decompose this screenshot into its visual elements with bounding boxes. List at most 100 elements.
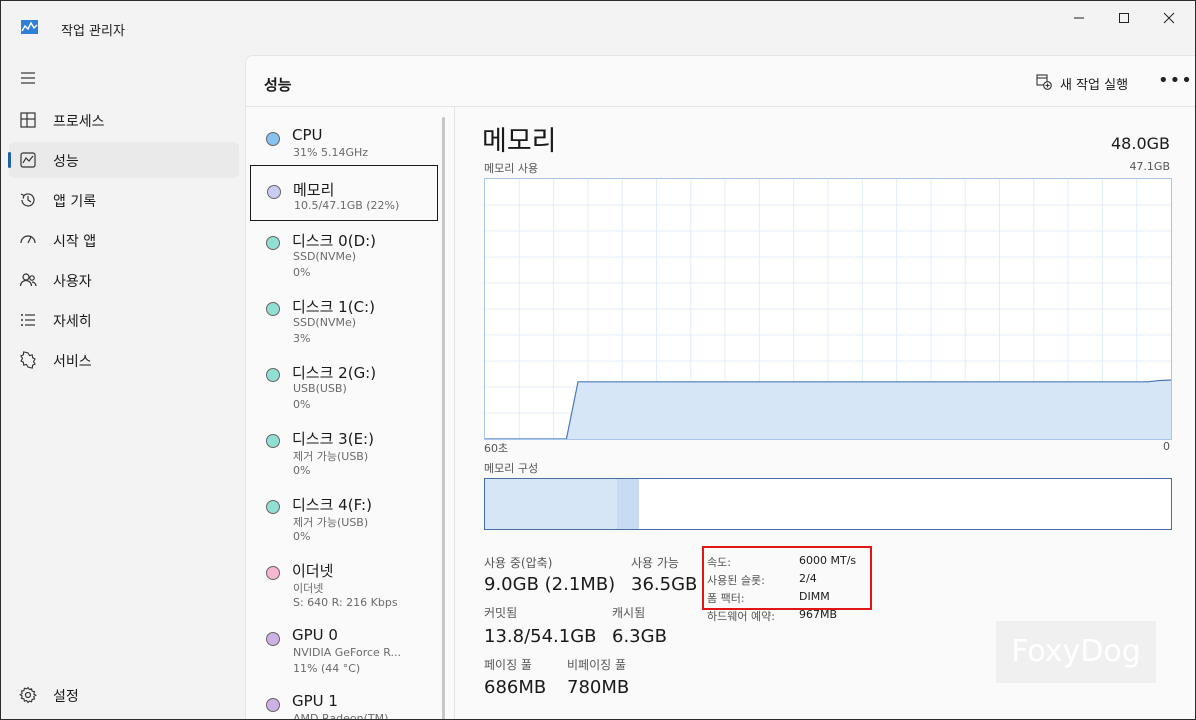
- memory-composition-label: 메모리 구성: [484, 462, 539, 475]
- minimize-icon: [1074, 17, 1084, 19]
- nav-label: 자세히: [53, 314, 92, 330]
- nav-label: 성능: [53, 154, 79, 170]
- perf-item-name: GPU 0: [292, 626, 338, 644]
- perf-item-detail: 31% 5.14GHz: [293, 146, 369, 159]
- graph-time-end: 0: [1163, 440, 1170, 453]
- nav-label: 서비스: [53, 354, 92, 370]
- perf-item-usage: 0%: [293, 398, 311, 411]
- composition-free: [708, 479, 1171, 529]
- perf-item-disk-0[interactable]: 디스크 0(D:) SSD(NVMe) 0%: [250, 217, 436, 279]
- memory-usage-max: 47.1GB: [1129, 160, 1170, 173]
- perf-item-ethernet[interactable]: 이더넷 이더넷 S: 640 R: 216 Kbps: [250, 547, 436, 609]
- perf-item-disk-4[interactable]: 디스크 4(F:) 제거 가능(USB) 0%: [250, 481, 436, 543]
- close-button[interactable]: [1149, 9, 1189, 29]
- disk-status-dot: [266, 302, 280, 316]
- highlight-box: [702, 546, 872, 610]
- perf-item-memory[interactable]: 메모리 10.5/47.1GB (22%): [250, 165, 438, 221]
- composition-modified: [616, 479, 641, 529]
- cached-label: 캐시됨: [612, 606, 646, 620]
- perf-item-usage: 0%: [293, 266, 311, 279]
- nav-item-services[interactable]: 서비스: [9, 342, 239, 378]
- paged-pool-label: 페이징 풀: [484, 658, 532, 672]
- perf-item-detail: 10.5/47.1GB (22%): [294, 199, 400, 212]
- nav-item-details[interactable]: 자세히: [9, 302, 239, 338]
- perf-item-usage: 0%: [293, 530, 311, 543]
- main-panel: 성능 새 작업 실행 ••• CPU 31% 5.14GHz 메모리 10.5/…: [245, 55, 1195, 720]
- perf-item-disk-2[interactable]: 디스크 2(G:) USB(USB) 0%: [250, 349, 436, 411]
- perf-item-usage: 0%: [293, 464, 311, 477]
- memory-composition-bar: [484, 478, 1172, 530]
- startup-apps-icon: [20, 235, 36, 244]
- nav-label: 설정: [53, 689, 79, 705]
- perf-item-detail: AMD Radeon(TM)...: [293, 712, 399, 720]
- memory-usage-label: 메모리 사용: [484, 162, 539, 175]
- perf-item-name: 메모리: [293, 181, 335, 199]
- perf-item-detail: 제거 가능(USB): [293, 516, 369, 529]
- nav-label: 시작 앱: [53, 234, 97, 250]
- nonpaged-pool-label: 비페이징 풀: [567, 658, 627, 672]
- perf-item-disk-1[interactable]: 디스크 1(C:) SSD(NVMe) 3%: [250, 283, 436, 345]
- disk-status-dot: [266, 368, 280, 382]
- perf-item-name: 디스크 0(D:): [292, 232, 377, 250]
- new-task-icon: [1036, 74, 1052, 90]
- close-icon: [1163, 12, 1175, 24]
- memory-title: 메모리: [482, 126, 557, 157]
- processes-icon: [20, 112, 36, 128]
- nav-item-processes[interactable]: 프로세스: [9, 102, 239, 138]
- composition-in-use: [485, 479, 618, 529]
- nav-label: 사용자: [53, 274, 92, 290]
- performance-list-scrollbar[interactable]: [442, 117, 445, 719]
- perf-item-name: 이더넷: [292, 562, 334, 580]
- perf-item-cpu[interactable]: CPU 31% 5.14GHz: [250, 113, 436, 167]
- perf-item-detail: 제거 가능(USB): [293, 450, 369, 463]
- performance-icon: [20, 152, 36, 168]
- hardware-reserved-label: 하드웨어 예약:: [707, 610, 775, 623]
- app-history-icon: [20, 193, 35, 207]
- more-options-button[interactable]: •••: [1158, 70, 1193, 91]
- memory-usage-area: [485, 379, 1171, 439]
- window-title: 작업 관리자: [61, 24, 125, 39]
- users-icon: [19, 273, 37, 287]
- ethernet-status-dot: [266, 566, 280, 580]
- perf-item-usage: 3%: [293, 332, 311, 345]
- perf-item-name: 디스크 2(G:): [292, 364, 377, 382]
- task-manager-app-icon: [21, 20, 38, 34]
- perf-item-detail: SSD(NVMe): [293, 316, 357, 329]
- perf-item-name: 디스크 4(F:): [292, 496, 372, 514]
- perf-item-usage: S: 640 R: 216 Kbps: [293, 596, 398, 609]
- in-use-value: 9.0GB (2.1MB): [484, 574, 616, 595]
- available-label: 사용 가능: [631, 556, 679, 570]
- perf-item-disk-3[interactable]: 디스크 3(E:) 제거 가능(USB) 0%: [250, 415, 436, 477]
- performance-list: CPU 31% 5.14GHz 메모리 10.5/47.1GB (22%) 디스…: [246, 107, 454, 720]
- cpu-status-dot: [266, 132, 280, 146]
- nav-item-startup-apps[interactable]: 시작 앱: [9, 222, 239, 258]
- run-new-task-label: 새 작업 실행: [1060, 78, 1129, 93]
- memory-usage-graph: [484, 178, 1172, 440]
- perf-item-gpu-1[interactable]: GPU 1 AMD Radeon(TM)...: [250, 679, 436, 720]
- perf-item-detail: 이더넷: [293, 582, 324, 595]
- memory-total: 48.0GB: [1111, 134, 1170, 153]
- title-bar: 작업 관리자: [1, 1, 1195, 53]
- perf-item-name: 디스크 3(E:): [292, 430, 374, 448]
- in-use-label: 사용 중(압축): [484, 556, 553, 570]
- perf-item-name: CPU: [292, 126, 323, 144]
- task-manager-window: 작업 관리자 프로세스 성능 앱 기록 시작 앱 사용자 자세히 서비스 설정 …: [0, 0, 1196, 720]
- nav-item-app-history[interactable]: 앱 기록: [9, 182, 239, 218]
- disk-status-dot: [266, 500, 280, 514]
- available-value: 36.5GB: [631, 574, 698, 595]
- nav-item-performance[interactable]: 성능: [8, 142, 239, 178]
- perf-item-detail: NVIDIA GeForce R...: [293, 646, 402, 659]
- perf-item-name: GPU 1: [292, 692, 338, 710]
- details-icon: [21, 314, 35, 326]
- maximize-button[interactable]: [1104, 9, 1144, 29]
- gear-icon: [19, 686, 37, 704]
- composition-standby: [639, 479, 710, 529]
- nav-item-users[interactable]: 사용자: [9, 262, 239, 298]
- nav-item-settings[interactable]: 설정: [9, 677, 239, 713]
- graph-time-start: 60초: [484, 442, 509, 455]
- minimize-button[interactable]: [1059, 9, 1099, 29]
- perf-item-gpu-0[interactable]: GPU 0 NVIDIA GeForce R... 11% (44 °C): [250, 613, 436, 675]
- services-icon: [20, 351, 36, 369]
- gpu-status-dot: [266, 632, 280, 646]
- hamburger-menu-icon[interactable]: [19, 69, 37, 87]
